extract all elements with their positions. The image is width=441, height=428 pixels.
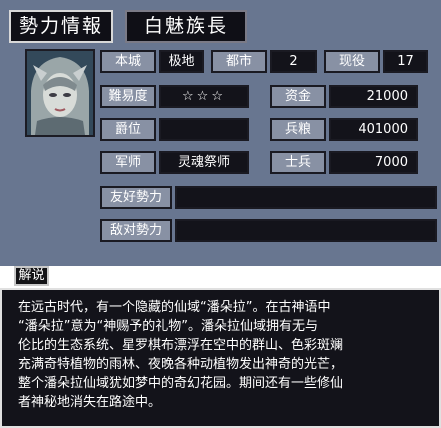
faction-info-panel: 勢力情報 白魅族長 本城 极地 都市 2 现役 17 難易度 ☆☆☆ 资金 21…	[0, 0, 441, 266]
explanation-line: 在远古时代，有一个隐藏的仙域“潘朵拉”。在古神语中	[18, 300, 331, 315]
explanation-line: 伦比的生态系统、星罗棋布漂浮在空中的群山、色彩斑斓	[18, 338, 344, 353]
funds-value: 21000	[329, 85, 418, 108]
food-label: 兵粮	[270, 118, 326, 141]
explanation-line: 者神秘地消失在路途中。	[18, 395, 162, 410]
friendly-forces-value	[175, 186, 437, 209]
officers-value: 17	[383, 50, 428, 73]
city-label: 都市	[211, 50, 267, 73]
faction-leader-name: 白魅族長	[125, 10, 247, 43]
explanation-line: “潘朵拉”意为“神赐予的礼物”。潘朵拉仙域拥有无与	[18, 319, 318, 334]
funds-label: 资金	[270, 85, 326, 108]
explanation-line: 整个潘朵拉仙域犹如梦中的奇幻花园。期间还有一些修仙	[18, 376, 344, 391]
leader-portrait-icon	[25, 49, 95, 137]
difficulty-label: 難易度	[100, 85, 156, 108]
hostile-forces-value	[175, 219, 437, 242]
explanation-text: 在远古时代，有一个隐藏的仙域“潘朵拉”。在古神语中 “潘朵拉”意为“神赐予的礼物…	[0, 288, 441, 428]
explanation-label: 解说	[14, 266, 49, 286]
castle-label: 本城	[100, 50, 156, 73]
friendly-forces-label: 友好勢力	[100, 186, 172, 209]
strategist-value: 灵魂祭师	[159, 151, 249, 174]
castle-value: 极地	[159, 50, 204, 73]
rank-value	[159, 118, 249, 141]
strategist-label: 军师	[100, 151, 156, 174]
rank-label: 爵位	[100, 118, 156, 141]
hostile-forces-label: 敌对勢力	[100, 219, 172, 242]
officers-label: 现役	[324, 50, 380, 73]
soldiers-value: 7000	[329, 151, 418, 174]
soldiers-label: 士兵	[270, 151, 326, 174]
difficulty-stars: ☆☆☆	[159, 85, 249, 108]
city-value: 2	[270, 50, 317, 73]
food-value: 401000	[329, 118, 418, 141]
explanation-line: 充满奇特植物的雨林、夜晚各种动植物发出神奇的光芒，	[18, 357, 344, 372]
panel-title: 勢力情報	[9, 10, 113, 43]
